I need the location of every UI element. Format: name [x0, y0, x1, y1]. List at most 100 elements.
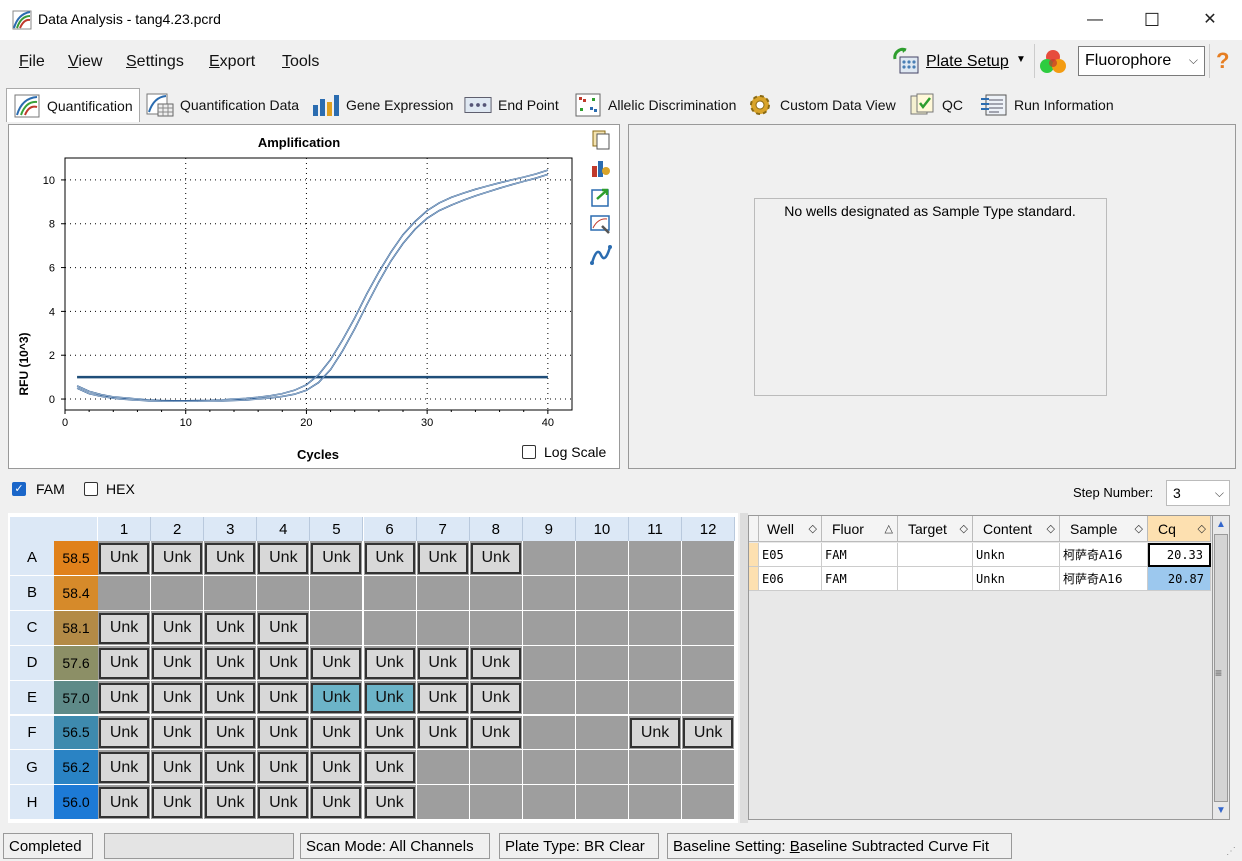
plate-well[interactable]	[151, 575, 205, 611]
well-A4[interactable]: Unk	[258, 543, 309, 574]
tab-quantification-data[interactable]: Quantification Data	[140, 88, 300, 122]
plate-well[interactable]	[629, 575, 683, 611]
tab-qc[interactable]: QC	[902, 88, 972, 122]
well-D3[interactable]: Unk	[205, 647, 256, 679]
plate-well[interactable]	[575, 610, 629, 646]
plate-column-header[interactable]: 9	[522, 517, 576, 541]
well-E6[interactable]: Unk	[364, 682, 415, 714]
plate-column-header[interactable]: 2	[151, 517, 205, 541]
plate-well[interactable]	[469, 750, 523, 786]
well-A1[interactable]: Unk	[99, 543, 150, 574]
sort-icon[interactable]: △	[885, 522, 893, 535]
well-C2[interactable]: Unk	[152, 612, 203, 644]
plate-well[interactable]	[522, 715, 576, 751]
well-C3[interactable]: Unk	[205, 612, 256, 644]
well-A8[interactable]: Unk	[470, 543, 521, 574]
plate-well[interactable]	[204, 575, 258, 611]
plate-well[interactable]	[416, 750, 470, 786]
plate-well[interactable]	[522, 645, 576, 681]
plate-well[interactable]	[416, 575, 470, 611]
plate-well[interactable]	[575, 715, 629, 751]
maximize-button[interactable]: ☐	[1129, 0, 1175, 40]
well-G1[interactable]: Unk	[99, 752, 150, 784]
tab-quantification[interactable]: Quantification	[6, 88, 140, 122]
plate-well[interactable]	[522, 750, 576, 786]
plate-well[interactable]	[682, 610, 736, 646]
plate-setup-button[interactable]: Plate Setup ▼	[892, 45, 1030, 79]
fam-checkbox[interactable]: ✓	[12, 482, 26, 496]
tab-gene-expression[interactable]: Gene Expression	[306, 88, 456, 122]
results-cell[interactable]: 20.87	[1148, 567, 1211, 591]
menu-file[interactable]: File	[19, 53, 45, 71]
well-F5[interactable]: Unk	[311, 717, 362, 749]
plate-well[interactable]	[257, 575, 311, 611]
well-A5[interactable]: Unk	[311, 543, 362, 574]
plate-row-header[interactable]: A	[10, 541, 54, 576]
well-G2[interactable]: Unk	[152, 752, 203, 784]
plate-well[interactable]	[682, 680, 736, 716]
well-D4[interactable]: Unk	[258, 647, 309, 679]
plate-well[interactable]	[629, 645, 683, 681]
results-scrollbar[interactable]: ▲ ≡ ▼	[1212, 515, 1230, 820]
plate-well[interactable]	[682, 750, 736, 786]
plate-well[interactable]	[416, 610, 470, 646]
results-header-cq[interactable]: Cq ◇	[1148, 516, 1211, 542]
fluorophore-select[interactable]: Fluorophore ⌵	[1078, 46, 1205, 76]
well-color-icon[interactable]	[1038, 47, 1068, 77]
well-F7[interactable]: Unk	[417, 717, 468, 749]
plate-well[interactable]	[522, 785, 576, 821]
well-D2[interactable]: Unk	[152, 647, 203, 679]
plate-well[interactable]	[310, 610, 364, 646]
scroll-up-icon[interactable]: ▲	[1214, 517, 1228, 533]
plate-well[interactable]	[522, 610, 576, 646]
plate-well[interactable]	[363, 575, 417, 611]
plate-well[interactable]	[522, 680, 576, 716]
plate-column-header[interactable]: 11	[629, 517, 683, 541]
log-scale-checkbox[interactable]	[522, 445, 536, 459]
plate-row-header[interactable]: E	[10, 680, 54, 716]
results-cell[interactable]: 20.33	[1148, 543, 1211, 567]
plate-column-header[interactable]: 1	[98, 517, 152, 541]
close-button[interactable]: ✕	[1187, 0, 1233, 40]
well-A6[interactable]: Unk	[364, 543, 415, 574]
export-chart-icon[interactable]	[590, 186, 612, 208]
plate-well[interactable]	[575, 785, 629, 821]
well-E4[interactable]: Unk	[258, 682, 309, 714]
well-E1[interactable]: Unk	[99, 682, 150, 714]
plate-column-header[interactable]: 4	[257, 517, 311, 541]
plate-well[interactable]	[98, 575, 152, 611]
menu-export[interactable]: Export	[209, 53, 255, 71]
plate-well[interactable]	[629, 750, 683, 786]
well-C4[interactable]: Unk	[258, 612, 309, 644]
tab-allelic-discrimination[interactable]: Allelic Discrimination	[568, 88, 738, 122]
plate-well[interactable]	[682, 575, 736, 611]
panel-splitter[interactable]	[740, 513, 748, 823]
plate-well[interactable]	[682, 541, 736, 576]
plate-well[interactable]	[682, 645, 736, 681]
well-F2[interactable]: Unk	[152, 717, 203, 749]
amplification-chart[interactable]: 0 10 20 30 40 0 2 4 6 8 10 Amplification Cycles RF…	[8, 124, 620, 469]
well-F4[interactable]: Unk	[258, 717, 309, 749]
well-D8[interactable]: Unk	[470, 647, 521, 679]
plate-well[interactable]	[575, 541, 629, 576]
well-C1[interactable]: Unk	[99, 612, 150, 644]
plate-well[interactable]	[575, 575, 629, 611]
results-header-well[interactable]: Well ◇	[759, 516, 822, 542]
row-marker[interactable]	[749, 543, 759, 567]
plate-row-header[interactable]: D	[10, 645, 54, 681]
curve-fit-icon[interactable]	[590, 244, 612, 266]
well-D7[interactable]: Unk	[417, 647, 468, 679]
fam-toggle[interactable]: ✓ FAM	[12, 481, 65, 497]
well-G4[interactable]: Unk	[258, 752, 309, 784]
plate-well[interactable]	[575, 750, 629, 786]
well-H5[interactable]: Unk	[311, 787, 362, 819]
minimize-button[interactable]: —	[1072, 0, 1118, 40]
plate-well[interactable]	[629, 610, 683, 646]
well-H3[interactable]: Unk	[205, 787, 256, 819]
plate-well[interactable]	[469, 610, 523, 646]
plate-well[interactable]	[310, 575, 364, 611]
well-H6[interactable]: Unk	[364, 787, 415, 819]
sort-icon[interactable]: ◇	[960, 522, 968, 535]
plate-well[interactable]	[682, 785, 736, 821]
step-number-select[interactable]: 3 ⌵	[1166, 480, 1230, 506]
